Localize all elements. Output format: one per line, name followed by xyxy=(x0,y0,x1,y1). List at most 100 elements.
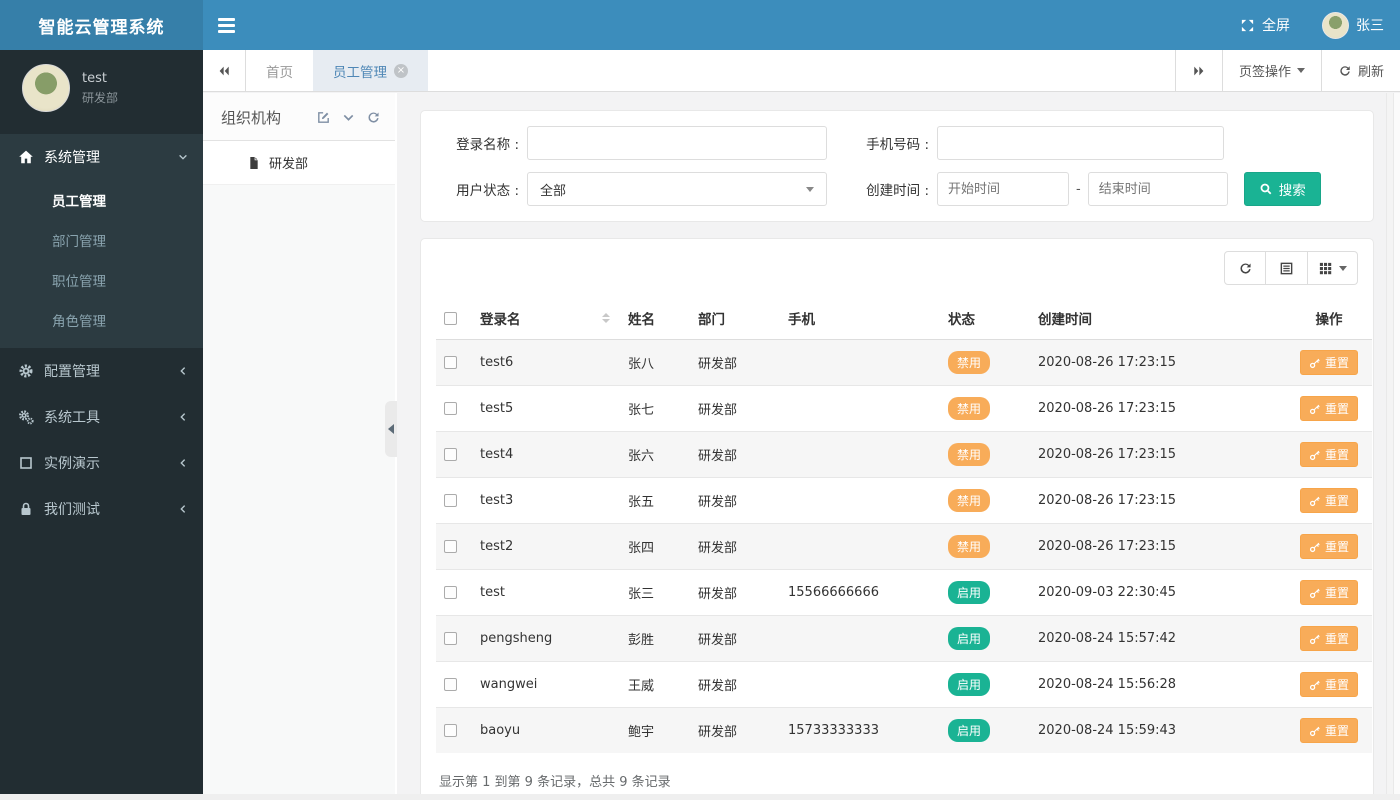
row-checkbox[interactable] xyxy=(444,448,457,461)
col-header-created: 创建时间 xyxy=(1030,297,1286,340)
submenu-item-employee-mgmt[interactable]: 员工管理 xyxy=(0,180,203,220)
caret-down-icon xyxy=(1339,265,1347,271)
cell-name: 张六 xyxy=(620,431,690,478)
reset-button-label: 重置 xyxy=(1324,356,1349,370)
row-checkbox[interactable] xyxy=(444,678,457,691)
cell-name: 张八 xyxy=(620,339,690,386)
sidebar-item-system-mgmt: 系统管理 员工管理 部门管理 职位管理 角色管理 xyxy=(0,134,203,348)
double-chevron-left-icon xyxy=(217,64,231,78)
cell-dept: 研发部 xyxy=(690,615,780,662)
cell-dept: 研发部 xyxy=(690,661,780,708)
start-time-input[interactable] xyxy=(937,172,1069,206)
status-badge: 禁用 xyxy=(948,535,991,558)
user-avatar xyxy=(1322,11,1349,39)
navbar: 全屏 张三 xyxy=(203,0,1400,50)
cell-dept: 研发部 xyxy=(690,385,780,432)
cell-name: 张四 xyxy=(620,523,690,570)
fullscreen-button[interactable]: 全屏 xyxy=(1224,0,1306,50)
tab-employee-mgmt[interactable]: 员工管理 × xyxy=(313,50,428,91)
row-checkbox[interactable] xyxy=(444,632,457,645)
reset-button-label: 重置 xyxy=(1324,448,1349,462)
sidebar-link-system-mgmt[interactable]: 系统管理 xyxy=(0,134,203,180)
table-columns-button[interactable] xyxy=(1308,251,1358,285)
submenu-item-role-mgmt[interactable]: 角色管理 xyxy=(0,300,203,340)
row-checkbox[interactable] xyxy=(444,494,457,507)
row-checkbox[interactable] xyxy=(444,586,457,599)
reset-password-button[interactable]: 重置 xyxy=(1299,626,1358,651)
reset-password-button[interactable]: 重置 xyxy=(1299,534,1358,559)
reset-password-button[interactable]: 重置 xyxy=(1299,350,1358,375)
cell-name: 张五 xyxy=(620,477,690,524)
table-row: pengsheng 彭胜 研发部 启用 2020-08-24 15:57:42 … xyxy=(436,615,1372,662)
main-content: 登录名称 : 手机号码 : 用户状态 : 全部 创建时间 : - 搜索 xyxy=(399,93,1386,800)
tab-home[interactable]: 首页 xyxy=(246,50,313,91)
reset-button-label: 重置 xyxy=(1324,678,1349,692)
refresh-icon[interactable] xyxy=(366,110,381,125)
table-header-row: 登录名 姓名 部门 手机 状态 创建时间 操作 xyxy=(436,297,1372,340)
sidebar-link-config-mgmt[interactable]: 配置管理 xyxy=(0,348,203,394)
phone-label: 手机号码 : xyxy=(866,137,929,153)
select-all-checkbox[interactable] xyxy=(444,311,457,325)
sidebar-label: 系统管理 xyxy=(44,150,100,166)
cell-name: 鲍宇 xyxy=(620,707,690,753)
refresh-icon xyxy=(1338,64,1352,78)
sidebar-link-system-tools[interactable]: 系统工具 xyxy=(0,394,203,440)
app-logo[interactable]: 智能云管理系统 xyxy=(0,0,203,50)
file-icon xyxy=(247,156,261,170)
table-row: test6 张八 研发部 禁用 2020-08-26 17:23:15 重置 xyxy=(436,339,1372,386)
top-header: 智能云管理系统 全屏 张三 xyxy=(0,0,1400,50)
reset-password-button[interactable]: 重置 xyxy=(1299,396,1358,421)
key-icon xyxy=(1309,541,1321,553)
table-refresh-button[interactable] xyxy=(1224,251,1266,285)
sidebar-user-avatar xyxy=(22,64,70,112)
tabs-scroll-left-button[interactable] xyxy=(203,50,246,91)
login-name-input[interactable] xyxy=(527,126,827,160)
user-status-label: 用户状态 : xyxy=(456,183,519,199)
submenu-item-position-mgmt[interactable]: 职位管理 xyxy=(0,260,203,300)
table-detail-view-button[interactable] xyxy=(1266,251,1308,285)
status-badge: 禁用 xyxy=(948,489,991,512)
sidebar-link-our-test[interactable]: 我们测试 xyxy=(0,486,203,532)
cell-phone xyxy=(780,477,940,524)
user-status-select[interactable]: 全部 xyxy=(527,172,827,206)
reset-password-button[interactable]: 重置 xyxy=(1299,672,1358,697)
row-checkbox[interactable] xyxy=(444,724,457,737)
columns-grid-icon xyxy=(1318,261,1333,276)
collapse-arrow-icon xyxy=(388,424,394,434)
search-button[interactable]: 搜索 xyxy=(1243,172,1321,206)
sidebar-label: 实例演示 xyxy=(44,456,100,472)
cell-dept: 研发部 xyxy=(690,707,780,753)
vertical-scrollbar[interactable] xyxy=(1386,93,1400,794)
sidebar-item-our-test: 我们测试 xyxy=(0,486,203,532)
reset-password-button[interactable]: 重置 xyxy=(1299,580,1358,605)
detail-view-icon xyxy=(1279,261,1294,276)
tab-close-icon[interactable]: × xyxy=(394,63,408,78)
square-icon xyxy=(18,455,34,471)
end-time-input[interactable] xyxy=(1087,172,1228,206)
cell-name: 王威 xyxy=(620,661,690,708)
reset-password-button[interactable]: 重置 xyxy=(1299,488,1358,513)
sidebar-toggle-button[interactable] xyxy=(203,0,249,50)
cell-login: baoyu xyxy=(472,707,620,753)
edit-icon[interactable] xyxy=(316,110,331,125)
reset-password-button[interactable]: 重置 xyxy=(1299,442,1358,467)
chevron-down-icon[interactable] xyxy=(341,110,356,125)
sort-icon[interactable] xyxy=(602,313,610,323)
tab-refresh-label: 刷新 xyxy=(1357,65,1384,80)
submenu-item-dept-mgmt[interactable]: 部门管理 xyxy=(0,220,203,260)
sidebar-link-demo[interactable]: 实例演示 xyxy=(0,440,203,486)
panel-collapse-handle[interactable] xyxy=(385,401,397,457)
reset-password-button[interactable]: 重置 xyxy=(1299,718,1358,743)
tabs-scroll-right-button[interactable] xyxy=(1174,50,1222,91)
tree-item-dev-dept[interactable]: 研发部 xyxy=(203,141,395,185)
row-checkbox[interactable] xyxy=(444,402,457,415)
user-menu[interactable]: 张三 xyxy=(1306,0,1400,50)
horizontal-scrollbar[interactable] xyxy=(0,794,1400,800)
phone-input[interactable] xyxy=(937,126,1224,160)
row-checkbox[interactable] xyxy=(444,540,457,553)
tab-operations-dropdown[interactable]: 页签操作 xyxy=(1221,50,1321,91)
cell-name: 彭胜 xyxy=(620,615,690,662)
row-checkbox[interactable] xyxy=(444,356,457,369)
col-header-login[interactable]: 登录名 xyxy=(472,297,620,340)
tab-refresh-button[interactable]: 刷新 xyxy=(1320,50,1400,91)
